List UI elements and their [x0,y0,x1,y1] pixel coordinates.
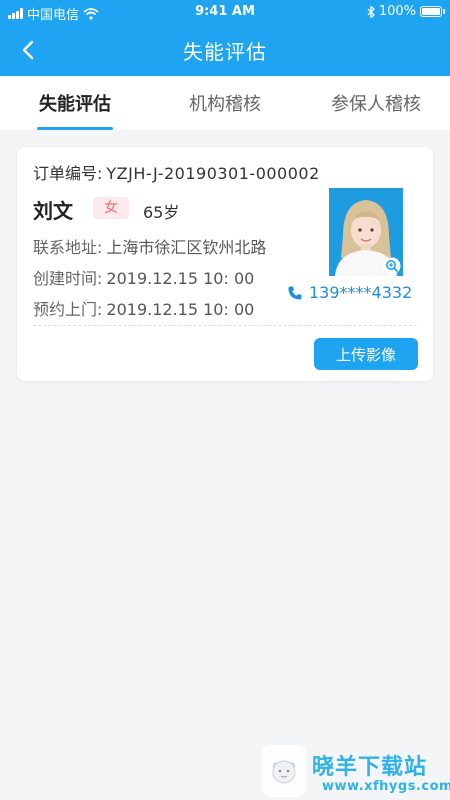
tab-institution-audit[interactable]: 机构稽核 [168,76,282,130]
navbar: 失能评估 [0,24,450,76]
watermark: 晓羊下载站 www.xfhygs.com [262,745,450,800]
tab-insured-audit[interactable]: 参保人稽核 [316,76,436,130]
watermark-logo [262,745,306,797]
divider [33,325,417,326]
address-value: 上海市徐汇区钦州北路 [106,238,267,257]
created-time-row: 创建时间: 2019.12.15 10: 00 [33,265,254,289]
order-value: YZJH-J-20190301-000002 [106,164,320,183]
age: 65岁 [143,203,180,222]
battery-percent: 100% [378,4,416,19]
back-button[interactable] [12,34,44,66]
order-number: 订单编号: YZJH-J-20190301-000002 [33,160,320,184]
header: 中国电信 9:41 AM 100% 失能评估 [0,0,450,76]
watermark-text: 晓羊下载站 [312,755,428,780]
appointment-value: 2019.12.15 10: 00 [106,300,255,319]
person-name: 刘文 [33,199,73,223]
watermark-url: www.xfhygs.com [322,779,450,794]
tab-label: 机构稽核 [189,94,261,115]
upload-image-button[interactable]: 上传影像 [314,338,418,370]
phone-link[interactable]: 139****4332 [287,283,412,302]
gender-badge: 女 [93,197,129,219]
created-value: 2019.12.15 10: 00 [106,269,255,288]
phone-icon [288,286,302,299]
phone-number: 139****4332 [309,283,413,302]
appointment-label: 预约上门: [33,300,103,319]
zoom-icon [383,257,401,275]
sheep-icon [272,760,296,784]
tab-disability-assessment[interactable]: 失能评估 [18,76,132,130]
tab-label: 参保人稽核 [331,94,421,115]
appointment-row: 预约上门: 2019.12.15 10: 00 [33,296,254,320]
battery-icon [420,6,445,17]
address-label: 联系地址: [33,238,103,257]
page-title: 失能评估 [183,40,267,64]
back-arrow-icon [22,40,34,60]
assessment-card[interactable]: 订单编号: YZJH-J-20190301-000002 刘文 女 65岁 联系地… [17,147,433,381]
tab-label: 失能评估 [39,94,111,115]
address-row: 联系地址: 上海市徐汇区钦州北路 [33,234,266,258]
order-label: 订单编号: [33,164,103,183]
tab-active-indicator [37,127,113,130]
bluetooth-icon [367,5,375,18]
status-bar: 中国电信 9:41 AM 100% [0,0,450,24]
created-label: 创建时间: [33,269,103,288]
zoom-button[interactable] [383,257,401,275]
tab-bar: 失能评估 机构稽核 参保人稽核 [0,76,450,130]
